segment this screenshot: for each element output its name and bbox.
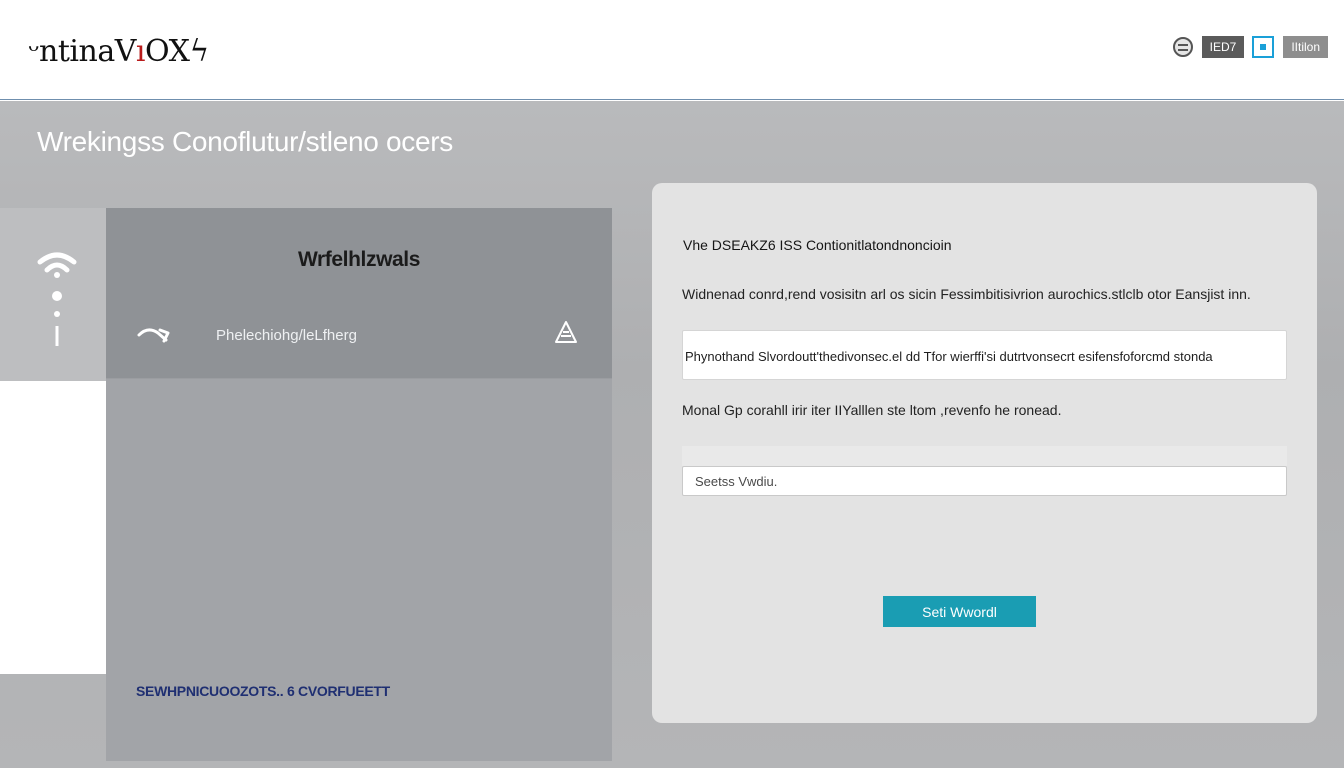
- wifi-icon[interactable]: [36, 246, 78, 356]
- network-row-label: Phelechiohg/leLfherg: [216, 327, 357, 344]
- app-root: ᵕntinaVıOXϟ IED7 IItilon Wrekingss Conof…: [0, 0, 1344, 768]
- card-description: Widnenad conrd,rend vosisitn arl os sici…: [682, 286, 1251, 302]
- square-toggle-icon[interactable]: [1252, 36, 1275, 58]
- configuration-card: Vhe DSEAKZ6 ISS Contionitlatondnoncioin …: [652, 183, 1317, 723]
- card-note: Monal Gp corahll irir iter IIYalllen ste…: [682, 402, 1062, 418]
- search-input[interactable]: [682, 466, 1287, 496]
- back-arrow-icon[interactable]: [136, 324, 172, 346]
- network-panel-header: Wrfelhlzwals Phelechiohg/leLfherg: [106, 208, 612, 379]
- network-panel-title: Wrfelhlzwals: [297, 248, 420, 271]
- card-title: Vhe DSEAKZ6 ISS Contionitlatondnoncioin: [683, 237, 952, 253]
- header-button-secondary[interactable]: IItilon: [1283, 36, 1328, 58]
- network-row[interactable]: Phelechiohg/leLfherg: [136, 318, 582, 352]
- drop-icon[interactable]: [554, 320, 578, 348]
- network-panel: Wrfelhlzwals Phelechiohg/leLfherg SEWHPN…: [106, 208, 612, 761]
- top-header: ᵕntinaVıOXϟ IED7 IItilon: [0, 0, 1344, 100]
- menu-circle-icon[interactable]: [1172, 37, 1193, 57]
- left-rail-blank: [0, 381, 106, 674]
- network-name-field[interactable]: Phynothand Slvordoutt'thedivonsec.el dd …: [682, 330, 1287, 380]
- page-title: Wrekingss Conoflutur/stleno ocers: [37, 126, 453, 157]
- submit-button[interactable]: Seti Wwordl: [883, 596, 1036, 627]
- header-button-primary[interactable]: IED7: [1201, 36, 1245, 58]
- network-panel-footer: SEWHPNICUOOZOTS.. 6 CVORFUEETT: [136, 683, 390, 699]
- header-actions: IED7 IItilon: [1172, 36, 1328, 58]
- brand-logo[interactable]: ᵕntinaVıOXϟ: [28, 34, 209, 69]
- field-shadow: [682, 446, 1287, 466]
